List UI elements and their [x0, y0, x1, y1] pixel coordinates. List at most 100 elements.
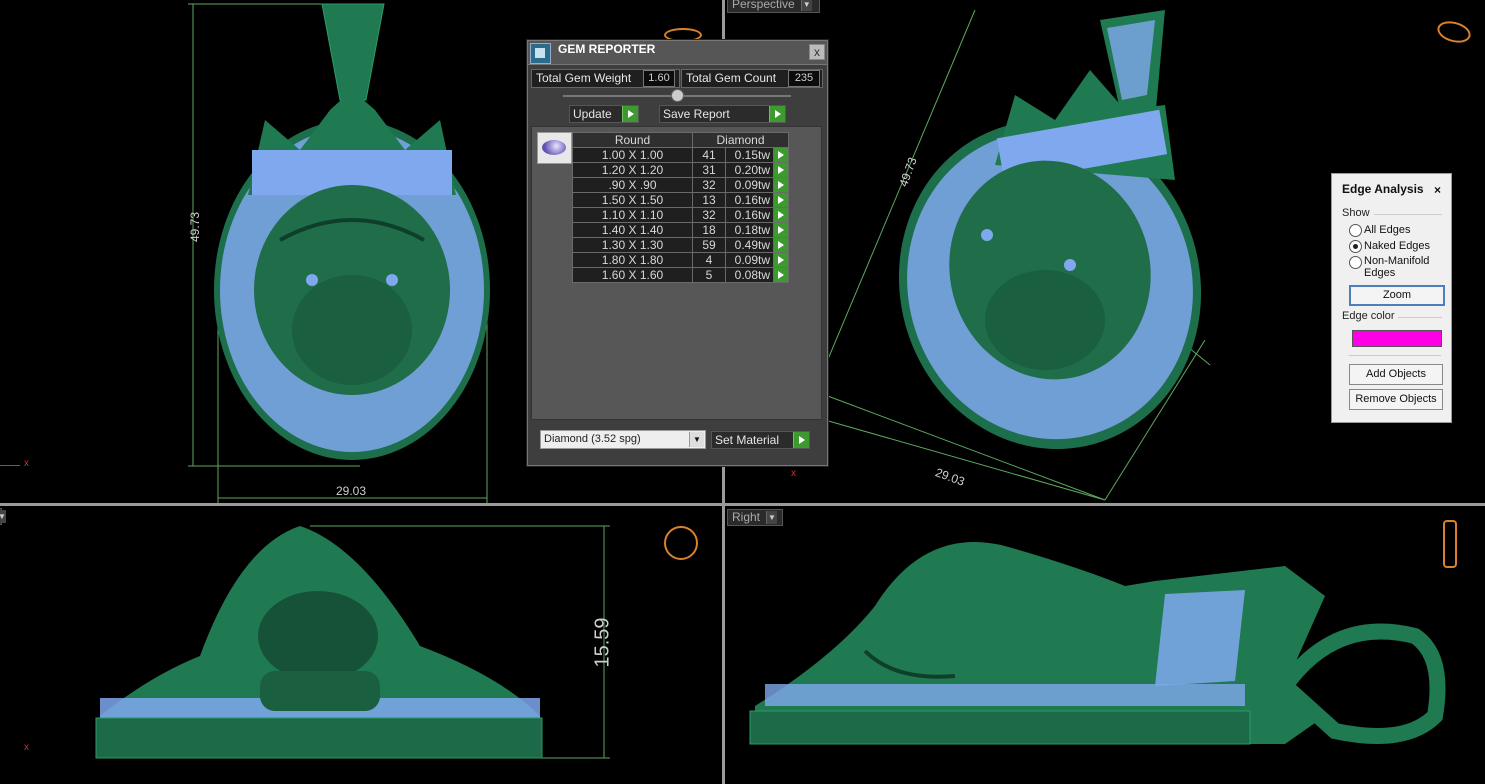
viewport-menu-button[interactable]: ▼: [0, 508, 6, 525]
gem-size: 1.50 X 1.50: [572, 192, 693, 208]
play-arrow-icon: [769, 106, 785, 122]
gem-reporter-title: GEM REPORTER: [558, 42, 656, 56]
table-row[interactable]: 1.10 X 1.10 32 0.16tw: [572, 207, 789, 223]
gem-count: 5: [692, 267, 726, 283]
gem-count: 31: [692, 162, 726, 178]
divider: [1349, 355, 1441, 356]
gem-size: 1.20 X 1.20: [572, 162, 693, 178]
gem-table-header: Round Diamond: [572, 132, 789, 148]
table-row[interactable]: 1.60 X 1.60 5 0.08tw: [572, 267, 789, 283]
radio-naked-edges[interactable]: [1349, 240, 1362, 253]
viewport-bottom[interactable]: 15.59 ▼ x: [0, 506, 722, 784]
remove-objects-button[interactable]: Remove Objects: [1349, 389, 1443, 410]
gem-reporter-logo-icon: [530, 43, 551, 64]
column-header-shape: Round: [572, 132, 693, 148]
axis-x-indicator: x: [24, 742, 29, 753]
gem-size: .90 X .90: [572, 177, 693, 193]
row-select-arrow-icon[interactable]: [773, 147, 789, 163]
gem-weight: 0.18tw: [725, 222, 774, 238]
gem-weight: 0.49tw: [725, 237, 774, 253]
set-material-button[interactable]: Set Material: [711, 431, 810, 449]
table-row[interactable]: 1.00 X 1.00 41 0.15tw: [572, 147, 789, 163]
viewport-right[interactable]: Right ▼: [725, 506, 1485, 784]
ring-orientation-icon[interactable]: [1443, 520, 1457, 568]
viewport-divider-horizontal[interactable]: [0, 503, 1485, 506]
gem-weight: 0.09tw: [725, 252, 774, 268]
gem-count: 41: [692, 147, 726, 163]
table-row[interactable]: 1.80 X 1.80 4 0.09tw: [572, 252, 789, 268]
axis-x-indicator: x: [791, 468, 796, 479]
front-height-dimension: 49.73: [188, 211, 203, 243]
row-select-arrow-icon[interactable]: [773, 207, 789, 223]
chevron-down-icon[interactable]: ▼: [800, 0, 812, 11]
table-row[interactable]: 1.20 X 1.20 31 0.20tw: [572, 162, 789, 178]
gem-size: 1.00 X 1.00: [572, 147, 693, 163]
column-header-material: Diamond: [692, 132, 789, 148]
gem-count: 32: [692, 177, 726, 193]
round-gem-icon[interactable]: [537, 132, 572, 164]
play-arrow-icon: [622, 106, 638, 122]
close-icon[interactable]: x: [809, 44, 825, 60]
radio-non-manifold-edges-label[interactable]: Non-Manifold Edges: [1364, 255, 1434, 279]
save-report-button-label: Save Report: [663, 107, 730, 121]
row-select-arrow-icon[interactable]: [773, 222, 789, 238]
gem-size-slider-handle[interactable]: [671, 89, 684, 102]
perspective-label-text: Perspective: [732, 0, 795, 11]
table-row[interactable]: 1.30 X 1.30 59 0.49tw: [572, 237, 789, 253]
update-button-label: Update: [573, 107, 612, 121]
gem-count: 18: [692, 222, 726, 238]
close-icon[interactable]: ×: [1434, 183, 1441, 197]
gem-weight: 0.20tw: [725, 162, 774, 178]
set-material-button-label: Set Material: [715, 433, 780, 447]
gem-count: 4: [692, 252, 726, 268]
gem-weight: 0.16tw: [725, 192, 774, 208]
divider: [1374, 214, 1442, 215]
edge-color-swatch[interactable]: [1352, 330, 1442, 347]
gem-weight: 0.09tw: [725, 177, 774, 193]
radio-naked-edges-label[interactable]: Naked Edges: [1364, 240, 1430, 252]
save-report-button[interactable]: Save Report: [659, 105, 786, 123]
edge-analysis-title: Edge Analysis: [1342, 182, 1424, 196]
row-select-arrow-icon[interactable]: [773, 192, 789, 208]
row-select-arrow-icon[interactable]: [773, 252, 789, 268]
table-row[interactable]: 1.40 X 1.40 18 0.18tw: [572, 222, 789, 238]
radio-all-edges[interactable]: [1349, 224, 1362, 237]
material-select-value: Diamond (3.52 spg): [544, 433, 641, 445]
play-arrow-icon: [793, 432, 809, 448]
total-gem-count-value: 235: [788, 70, 820, 87]
chevron-down-icon[interactable]: ▼: [0, 510, 6, 523]
update-button[interactable]: Update: [569, 105, 639, 123]
right-view-model: [749, 542, 1446, 745]
row-select-arrow-icon[interactable]: [773, 162, 789, 178]
ring-orientation-icon[interactable]: [664, 526, 698, 560]
viewport-label-right[interactable]: Right ▼: [727, 509, 783, 526]
table-row[interactable]: .90 X .90 32 0.09tw: [572, 177, 789, 193]
gem-reporter-titlebar[interactable]: GEM REPORTER x: [528, 41, 827, 65]
edge-analysis-panel: Edge Analysis × Show All Edges Naked Edg…: [1331, 173, 1452, 423]
radio-non-manifold-edges[interactable]: [1349, 256, 1362, 269]
material-select[interactable]: Diamond (3.52 spg) ▼: [540, 430, 706, 449]
show-section-label: Show: [1342, 207, 1370, 219]
row-select-arrow-icon[interactable]: [773, 267, 789, 283]
viewport-label-perspective[interactable]: Perspective ▼: [727, 0, 820, 13]
bottom-height-dimension: 15.59: [591, 617, 614, 668]
zoom-button[interactable]: Zoom: [1349, 285, 1445, 306]
chevron-down-icon[interactable]: ▼: [689, 432, 704, 447]
gem-weight: 0.15tw: [725, 147, 774, 163]
gem-count: 59: [692, 237, 726, 253]
gem-size: 1.80 X 1.80: [572, 252, 693, 268]
row-select-arrow-icon[interactable]: [773, 237, 789, 253]
chevron-down-icon[interactable]: ▼: [766, 511, 778, 524]
table-row[interactable]: 1.50 X 1.50 13 0.16tw: [572, 192, 789, 208]
gem-count: 13: [692, 192, 726, 208]
front-width-dimension: 29.03: [336, 484, 367, 498]
gem-weight: 0.16tw: [725, 207, 774, 223]
divider: [1398, 317, 1442, 318]
axis-line: [0, 465, 20, 466]
radio-all-edges-label[interactable]: All Edges: [1364, 224, 1410, 236]
gem-size: 1.40 X 1.40: [572, 222, 693, 238]
row-select-arrow-icon[interactable]: [773, 177, 789, 193]
axis-x-indicator: x: [24, 458, 29, 469]
right-label-text: Right: [732, 510, 761, 524]
add-objects-button[interactable]: Add Objects: [1349, 364, 1443, 385]
